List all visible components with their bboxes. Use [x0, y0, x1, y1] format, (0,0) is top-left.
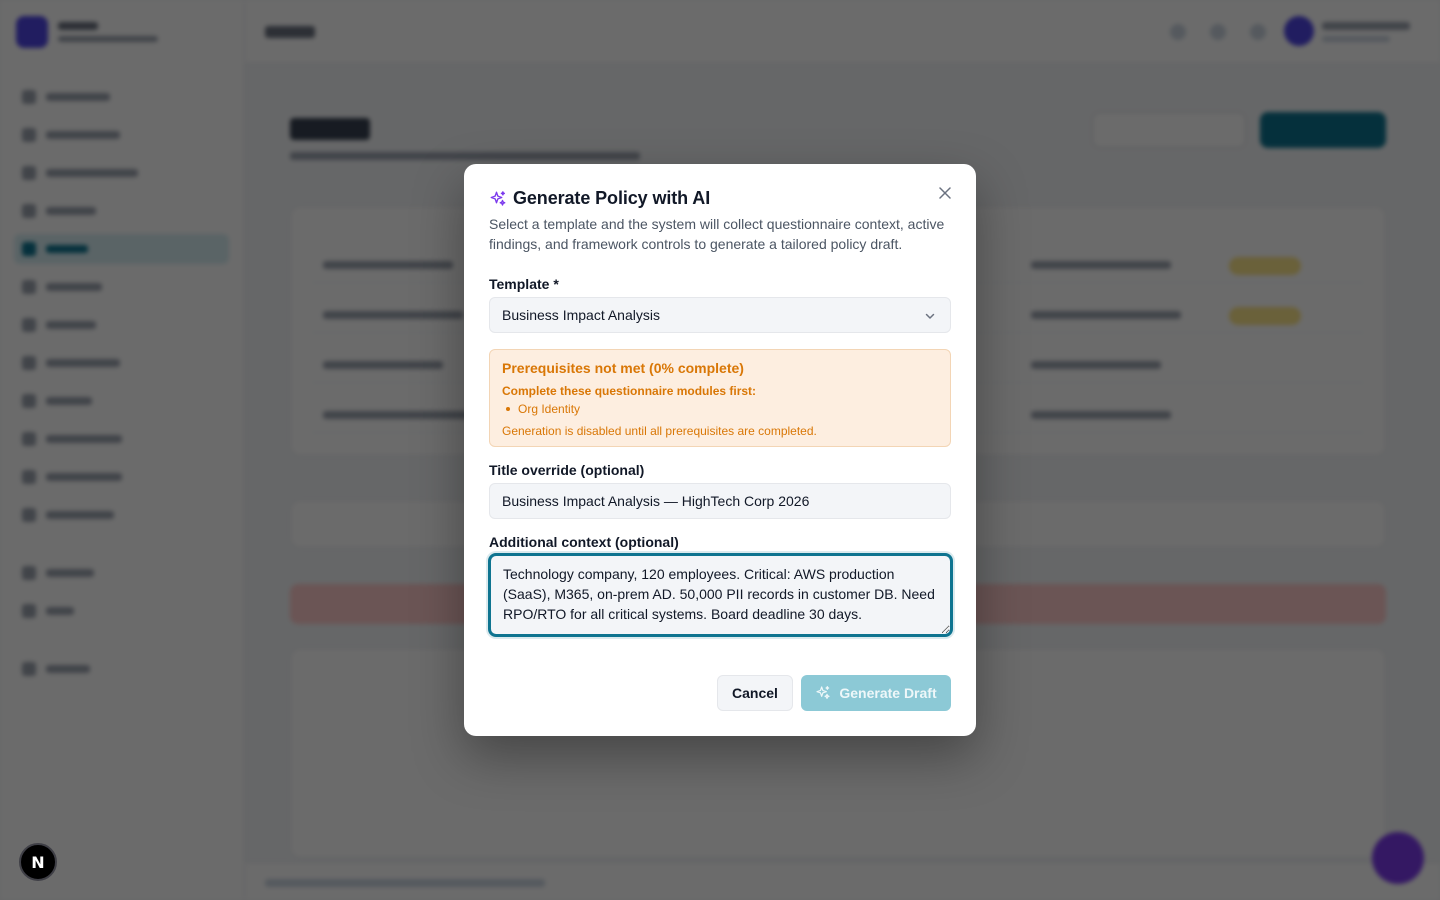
prerequisites-subtitle: Complete these questionnaire modules fir…: [502, 384, 757, 398]
generate-policy-dialog: Generate Policy with AI Select a templat…: [464, 164, 976, 736]
template-label: Template *: [489, 276, 559, 292]
cancel-button[interactable]: Cancel: [717, 675, 793, 711]
sparkles-icon: [815, 685, 831, 701]
sparkles-icon: [489, 190, 507, 208]
prerequisites-warning: Prerequisites not met (0% complete) Comp…: [489, 349, 951, 447]
bullet-icon: [506, 407, 510, 411]
prerequisites-title: Prerequisites not met (0% complete): [502, 360, 744, 376]
prerequisite-module-label: Org Identity: [518, 402, 581, 416]
dialog-description: Select a template and the system will co…: [489, 216, 945, 252]
title-override-label: Title override (optional): [489, 462, 645, 478]
dialog-header: Generate Policy with AI: [489, 188, 710, 209]
dialog-title: Generate Policy with AI: [513, 188, 711, 208]
nextjs-dev-indicator[interactable]: N: [19, 843, 57, 881]
prerequisites-footer: Generation is disabled until all prerequ…: [502, 424, 817, 438]
template-select[interactable]: Business Impact Analysis: [489, 297, 951, 333]
prerequisite-module-item: Org Identity: [502, 402, 580, 416]
close-icon[interactable]: [936, 184, 954, 202]
generate-draft-button[interactable]: Generate Draft: [801, 675, 951, 711]
title-override-input[interactable]: [489, 483, 951, 519]
additional-context-textarea[interactable]: Technology company, 120 employees. Criti…: [488, 553, 953, 637]
generate-draft-label: Generate Draft: [839, 685, 937, 701]
chevron-down-icon: [924, 309, 936, 325]
template-selected-value: Business Impact Analysis: [502, 307, 660, 323]
additional-context-label: Additional context (optional): [489, 534, 679, 550]
